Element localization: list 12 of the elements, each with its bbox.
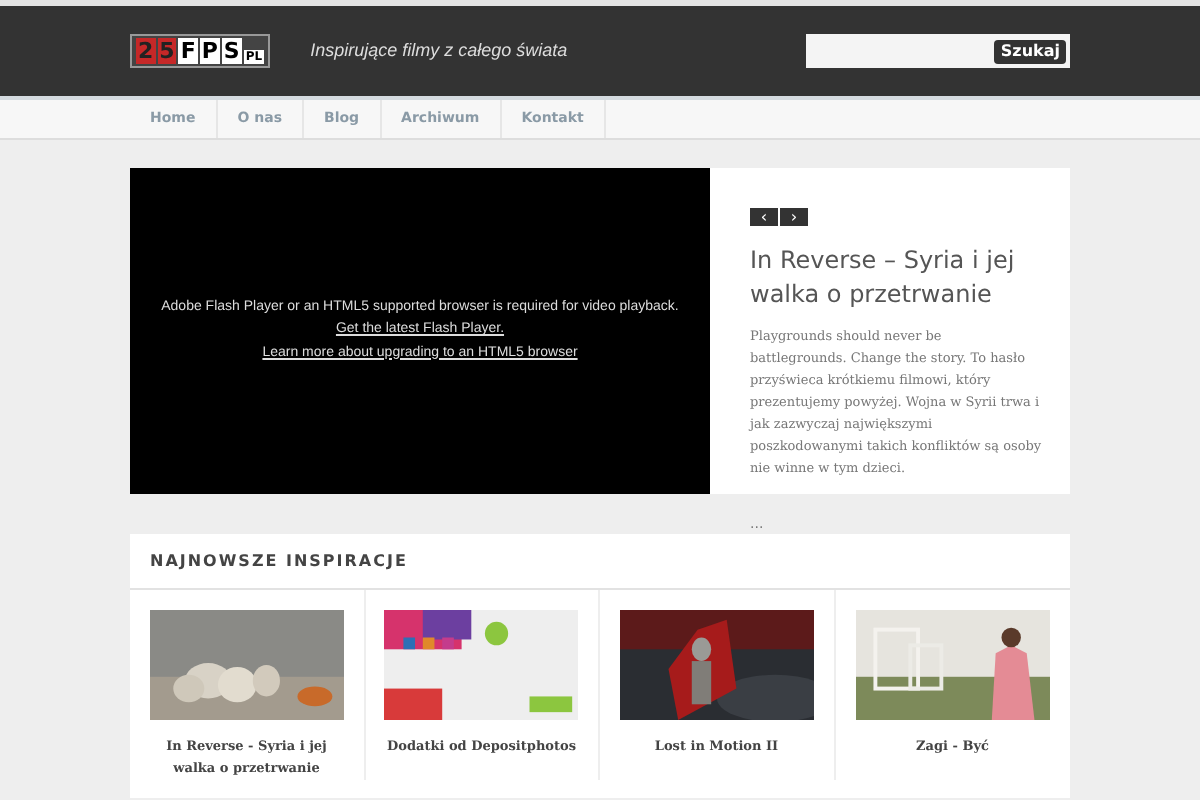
logo-letter: 5 [157,38,177,64]
section-heading: NAJNOWSZE INSPIRACJE [150,549,408,573]
logo-letter: P [199,38,220,64]
logo-letter: S [221,38,242,64]
logo-letter: 2 [136,38,156,64]
next-button[interactable]: › [780,208,808,226]
search-field[interactable]: Szukaj [806,34,1070,68]
tagline: Inspirujące filmy z całego świata [310,37,568,64]
logo-letter: F [178,38,198,64]
previous-button[interactable]: ‹ [750,208,778,226]
feature-title[interactable]: In Reverse – Syria i jej walka o przetrwanie [750,244,1042,312]
search-button[interactable]: Szukaj [994,39,1066,63]
